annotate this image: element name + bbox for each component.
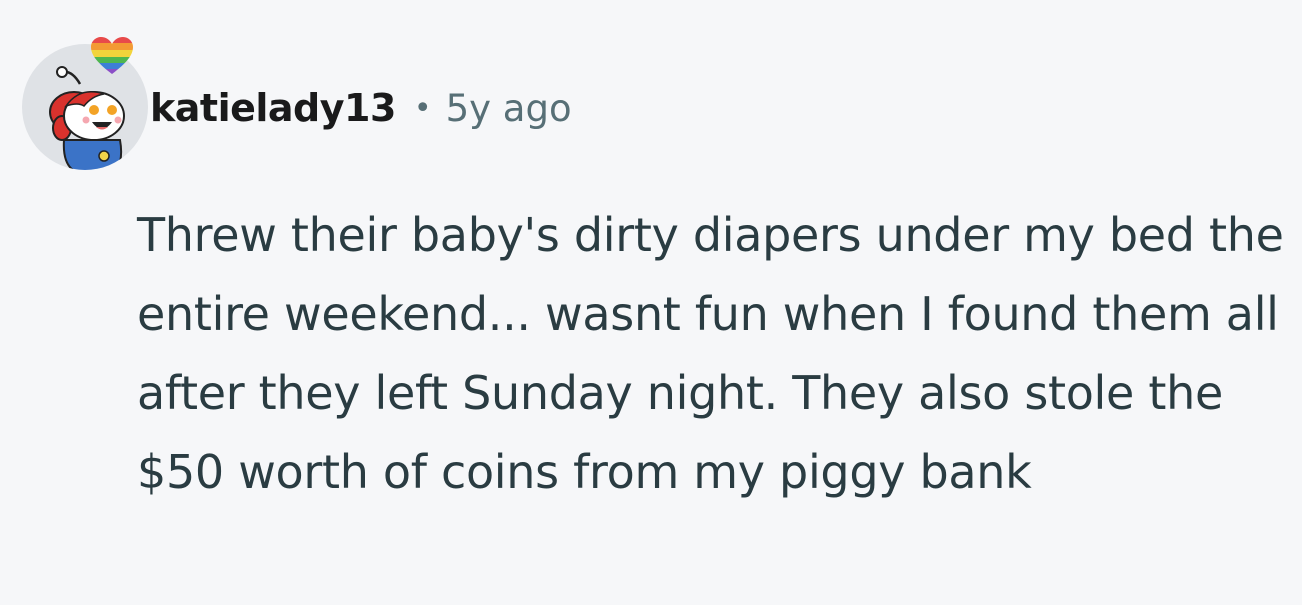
- comment-body: Threw their baby's dirty diapers under m…: [137, 208, 1284, 499]
- separator-dot: •: [413, 90, 432, 126]
- comment-header: katielady13 • 5y ago: [150, 80, 572, 136]
- username-link[interactable]: katielady13: [150, 86, 396, 130]
- avatar-container[interactable]: [22, 36, 152, 170]
- timestamp[interactable]: 5y ago: [446, 87, 572, 130]
- rainbow-heart-icon: [89, 36, 135, 76]
- comment: katielady13 • 5y ago Threw their baby's …: [0, 0, 1302, 605]
